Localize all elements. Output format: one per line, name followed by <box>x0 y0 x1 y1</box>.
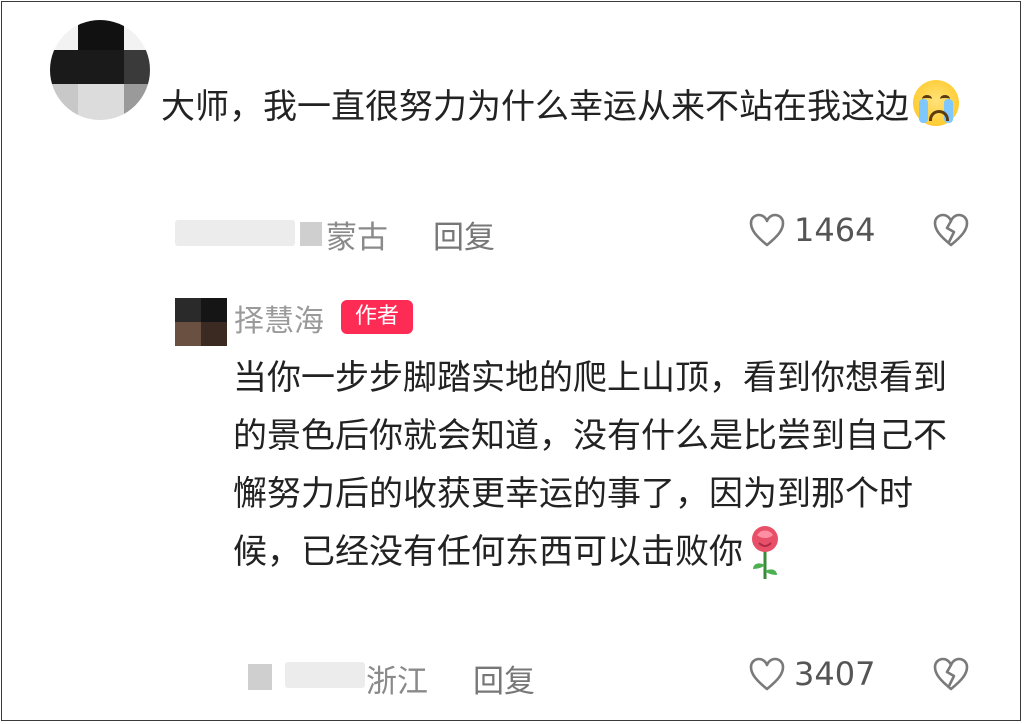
author-avatar[interactable] <box>175 298 227 346</box>
reply-button[interactable]: 回复 <box>433 212 495 257</box>
blurred-square <box>248 664 272 690</box>
author-name[interactable]: 择慧海 <box>234 296 324 340</box>
author-badge: 作者 <box>341 300 413 334</box>
rose-icon <box>752 526 778 579</box>
comment-location: 蒙古 <box>326 220 388 256</box>
like-count: 1464 <box>794 211 876 249</box>
comment-text-block: 大师，我一直很努力为什么幸运从来不站在我这边 <box>161 80 981 135</box>
like-count: 3407 <box>794 655 876 693</box>
blurred-timestamp <box>175 220 295 246</box>
reply-button[interactable]: 回复 <box>473 656 535 701</box>
comment-text: 大师，我一直很努力为什么幸运从来不站在我这边 <box>161 87 909 127</box>
blurred-square <box>300 222 322 246</box>
reply-text: 当你一步步脚踏实地的爬上山顶，看到你想看到的景色后你就会知道，没有什么是比尝到自… <box>233 358 947 572</box>
broken-heart-icon[interactable] <box>932 212 970 248</box>
reply-location: 浙江 <box>366 664 428 700</box>
crying-face-icon <box>913 80 959 126</box>
broken-heart-icon[interactable] <box>932 656 970 692</box>
blurred-timestamp <box>285 662 365 688</box>
commenter-avatar[interactable] <box>50 20 150 120</box>
reply-text-block: 当你一步步脚踏实地的爬上山顶，看到你想看到的景色后你就会知道，没有什么是比尝到自… <box>233 349 973 581</box>
heart-outline-icon[interactable] <box>748 656 786 692</box>
heart-outline-icon[interactable] <box>748 212 786 248</box>
